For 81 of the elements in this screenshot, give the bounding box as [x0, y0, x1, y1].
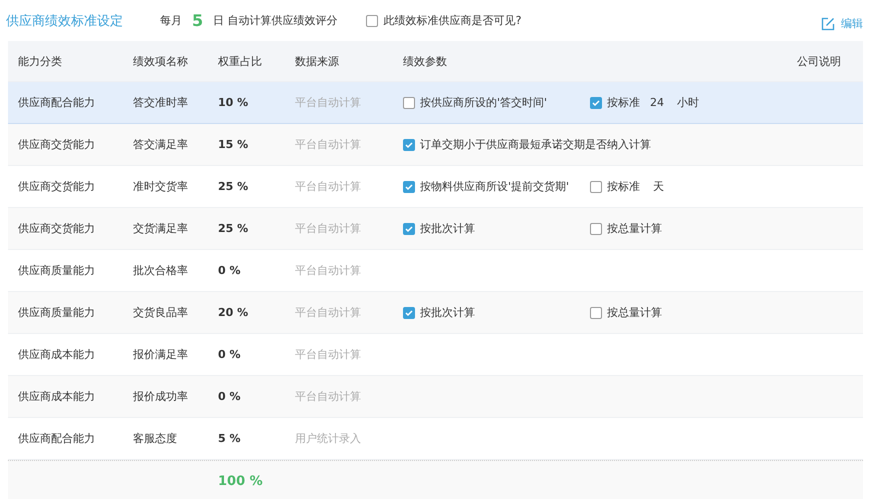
table-cell-text: 平台自动计算 — [295, 263, 362, 278]
checkbox-label: 按物料供应商所设'提前交货期' — [420, 179, 570, 194]
checkbox-label: 按批次计算 — [420, 221, 475, 236]
table-cell-text: 25 % — [218, 222, 250, 235]
checkbox-label: 按总量计算 — [607, 221, 662, 236]
checkbox-label: 按标准 — [607, 95, 640, 110]
param-unit: 小时 — [677, 95, 699, 110]
checkbox[interactable] — [590, 96, 602, 108]
param-value: 24 — [650, 96, 664, 109]
table-cell-text: 0 % — [218, 390, 242, 403]
table-cell-text: 用户统计录入 — [295, 431, 362, 446]
table-cell-text: 供应商交货能力 — [17, 179, 96, 194]
table-row[interactable]: 供应商成本能力 报价成功率 0 % 平台自动计算 — [8, 376, 863, 418]
table-cell-text: 报价满足率 — [133, 347, 189, 362]
schedule-day: 5 — [192, 11, 204, 30]
table-cell-text: 报价成功率 — [133, 389, 189, 404]
checkbox[interactable] — [403, 180, 415, 192]
table-cell-text: 答交满足率 — [133, 137, 189, 152]
page-title: 供应商绩效标准设定 — [6, 12, 124, 30]
table-cell-text: 供应商交货能力 — [17, 221, 96, 236]
table-cell-text: 交货满足率 — [133, 221, 189, 236]
checkbox[interactable] — [590, 306, 602, 318]
param-unit: 天 — [653, 179, 664, 194]
check-icon — [404, 140, 414, 150]
table-cell-text: 供应商配合能力 — [17, 95, 96, 110]
table-cell-text: 平台自动计算 — [295, 95, 362, 110]
table-cell-text: 供应商质量能力 — [17, 305, 96, 320]
check-icon — [404, 224, 414, 234]
checkbox[interactable] — [590, 222, 602, 234]
check-icon — [404, 182, 414, 192]
total-weight: 100 % — [218, 474, 264, 488]
column-header: 绩效参数 — [403, 54, 448, 68]
check-icon — [404, 308, 414, 318]
column-header: 能力分类 — [17, 54, 63, 68]
table-cell-text: 供应商成本能力 — [17, 389, 96, 404]
table-cell-text: 0 % — [218, 348, 242, 361]
checkbox-label: 按供应商所设的'答交时间' — [420, 95, 548, 110]
column-header: 绩效项名称 — [133, 54, 189, 68]
table-cell-text: 供应商配合能力 — [17, 431, 96, 446]
table-cell-text: 平台自动计算 — [295, 179, 362, 194]
table-cell-text: 答交准时率 — [133, 95, 189, 110]
checkbox[interactable] — [403, 138, 415, 150]
table-row[interactable]: 供应商配合能力 答交准时率 10 % 平台自动计算 按供应商所设的'答交时间' 按标准 24 小时 — [8, 82, 863, 124]
table-cell-text: 0 % — [218, 264, 242, 277]
table-row[interactable]: 供应商质量能力 交货良品率 20 % 平台自动计算 按批次计算 按总量计算 — [8, 292, 863, 334]
checkbox[interactable] — [403, 306, 415, 318]
schedule-label: 日 自动计算供应绩效评分 — [213, 13, 338, 28]
checkbox-label: 订单交期小于供应商最短承诺交期是否纳入计算 — [420, 137, 651, 152]
checkbox[interactable] — [403, 222, 415, 234]
table-cell-text: 平台自动计算 — [295, 137, 362, 152]
table-cell-text: 批次合格率 — [133, 263, 189, 278]
checkbox[interactable] — [403, 96, 415, 108]
table-cell-text: 25 % — [218, 180, 250, 193]
table-cell-text: 平台自动计算 — [295, 389, 362, 404]
table-cell-text: 供应商交货能力 — [17, 137, 96, 152]
column-header: 公司说明 — [796, 54, 842, 68]
checkbox-label: 此绩效标准供应商是否可见? — [384, 13, 522, 28]
table-row[interactable]: 供应商交货能力 答交满足率 15 % 平台自动计算 订单交期小于供应商最短承诺交期是否纳入计算 — [8, 124, 863, 166]
table-cell-text: 平台自动计算 — [295, 221, 362, 236]
schedule-label: 每月 — [160, 13, 182, 28]
table-cell-text: 20 % — [218, 306, 250, 319]
edit-icon[interactable] — [821, 16, 835, 30]
table-cell-text: 交货良品率 — [133, 305, 189, 320]
table-cell-text: 客服态度 — [133, 431, 178, 446]
checkbox-label: 按总量计算 — [607, 305, 662, 320]
check-icon — [591, 98, 601, 108]
table-cell-text: 平台自动计算 — [295, 305, 362, 320]
checkbox-label: 按批次计算 — [420, 305, 475, 320]
checkbox[interactable] — [366, 14, 378, 26]
table-cell-text: 供应商质量能力 — [17, 263, 96, 278]
checkbox[interactable] — [590, 180, 602, 192]
column-header: 权重占比 — [218, 54, 263, 68]
table-cell-text: 准时交货率 — [133, 179, 189, 194]
checkbox-label: 按标准 — [607, 179, 640, 194]
column-header: 数据来源 — [295, 54, 340, 68]
table-cell-text: 供应商成本能力 — [17, 347, 96, 362]
table-row[interactable]: 供应商交货能力 交货满足率 25 % 平台自动计算 按批次计算 按总量计算 — [8, 208, 863, 250]
table-cell-text: 平台自动计算 — [295, 347, 362, 362]
table-cell-text: 5 % — [218, 432, 242, 445]
table-cell-text: 10 % — [218, 96, 250, 109]
table-cell-text: 15 % — [218, 138, 250, 151]
